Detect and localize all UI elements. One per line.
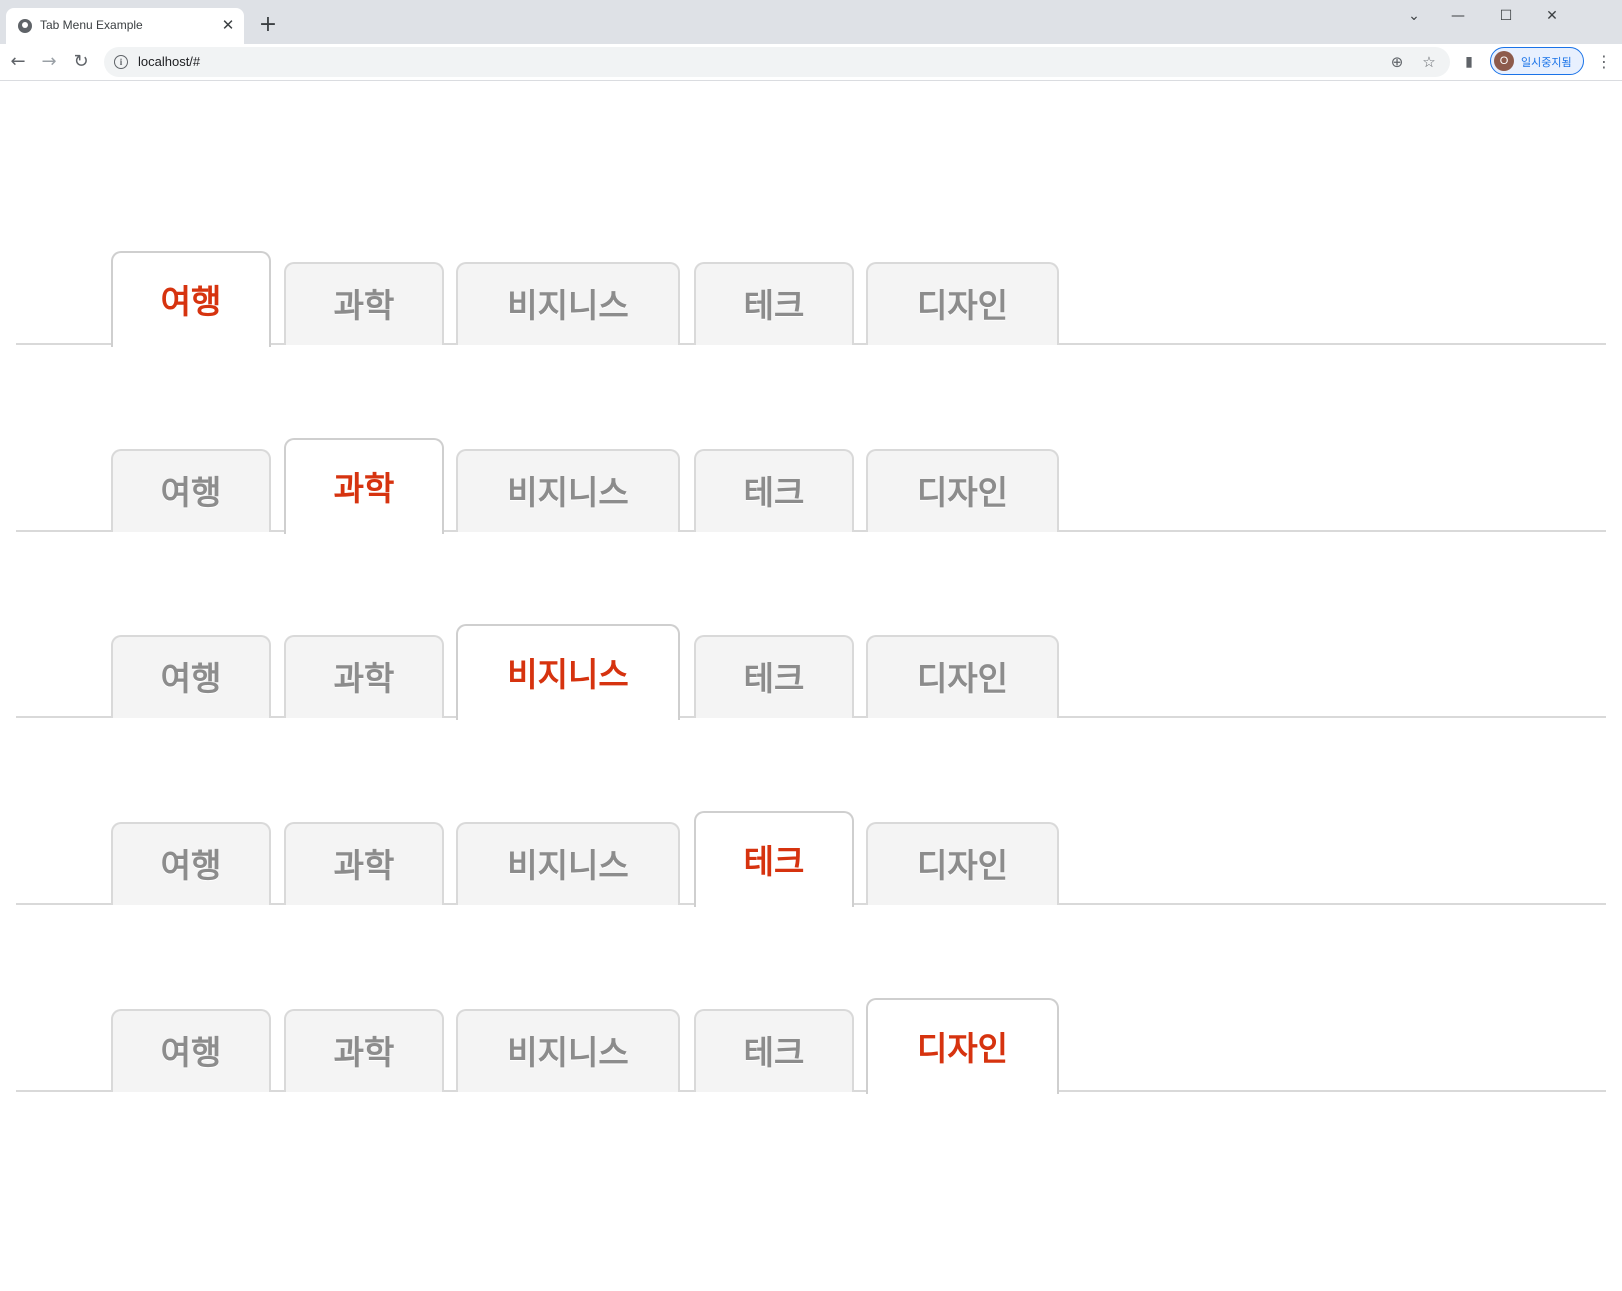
new-tab-button[interactable]: + <box>256 14 280 38</box>
star-icon[interactable]: ☆ <box>1418 51 1440 73</box>
tab-item[interactable]: 과학 <box>284 635 444 718</box>
tab-item[interactable]: 테크 <box>694 449 854 532</box>
tab-item[interactable]: 비지니스 <box>456 262 680 345</box>
zoom-icon[interactable]: ⊕ <box>1386 51 1408 73</box>
maximize-button[interactable]: ☐ <box>1484 4 1528 28</box>
profile-button[interactable]: O 일시중지됨 <box>1490 47 1584 75</box>
tab-item[interactable]: 비지니스 <box>456 449 680 532</box>
tab-item[interactable]: 과학 <box>284 1009 444 1092</box>
tab-menu: 여행 과학 비지니스 테크 디자인 <box>16 801 1606 907</box>
tab-item[interactable]: 디자인 <box>866 449 1059 532</box>
avatar: O <box>1494 51 1514 71</box>
tab-item-active[interactable]: 비지니스 <box>456 624 680 720</box>
tab-item-active[interactable]: 디자인 <box>866 998 1059 1094</box>
tab-item[interactable]: 여행 <box>111 1009 271 1092</box>
tab-title: Tab Menu Example <box>40 18 143 32</box>
tab-item[interactable]: 과학 <box>284 262 444 345</box>
address-bar[interactable]: i localhost/# ⊕ ☆ <box>104 47 1450 77</box>
tab-item[interactable]: 테크 <box>694 1009 854 1092</box>
profile-status-label: 일시중지됨 <box>1521 56 1572 69</box>
tab-menu: 여행 과학 비지니스 테크 디자인 <box>16 988 1606 1094</box>
tab-item[interactable]: 디자인 <box>866 822 1059 905</box>
tab-search-icon[interactable]: ⌄ <box>1392 4 1436 28</box>
tab-menu: 여행 과학 비지니스 테크 디자인 <box>16 241 1606 347</box>
tab-item[interactable]: 여행 <box>111 449 271 532</box>
tab-item-active[interactable]: 테크 <box>694 811 854 907</box>
globe-icon <box>18 19 32 33</box>
tab-menu: 여행 과학 비지니스 테크 디자인 <box>16 428 1606 534</box>
tab-item-active[interactable]: 여행 <box>111 251 271 347</box>
close-tab-icon[interactable]: ✕ <box>218 15 238 35</box>
minimize-button[interactable]: — <box>1436 4 1480 28</box>
close-window-button[interactable]: ✕ <box>1530 4 1574 28</box>
tab-item[interactable]: 과학 <box>284 822 444 905</box>
forward-icon[interactable]: → <box>35 48 63 76</box>
reload-icon[interactable]: ↻ <box>67 48 95 76</box>
tab-item[interactable]: 디자인 <box>866 635 1059 718</box>
browser-toolbar: ← → ↻ i localhost/# ⊕ ☆ ▮ O 일시중지됨 ⋮ <box>0 44 1622 81</box>
back-icon[interactable]: ← <box>4 48 32 76</box>
tab-item[interactable]: 여행 <box>111 635 271 718</box>
url-text[interactable]: localhost/# <box>138 54 200 69</box>
tab-item[interactable]: 테크 <box>694 635 854 718</box>
tab-item[interactable]: 디자인 <box>866 262 1059 345</box>
tab-item[interactable]: 테크 <box>694 262 854 345</box>
kebab-menu-icon[interactable]: ⋮ <box>1594 50 1614 74</box>
tab-item-active[interactable]: 과학 <box>284 438 444 534</box>
tab-item[interactable]: 여행 <box>111 822 271 905</box>
browser-tab[interactable]: Tab Menu Example ✕ <box>6 8 244 44</box>
puzzle-icon[interactable]: ▮ <box>1458 51 1480 73</box>
info-icon[interactable]: i <box>114 55 128 69</box>
tab-menu: 여행 과학 비지니스 테크 디자인 <box>16 614 1606 720</box>
browser-titlebar: Tab Menu Example ✕ + ⌄ — ☐ ✕ <box>0 0 1622 44</box>
tab-item[interactable]: 비지니스 <box>456 1009 680 1092</box>
tab-item[interactable]: 비지니스 <box>456 822 680 905</box>
